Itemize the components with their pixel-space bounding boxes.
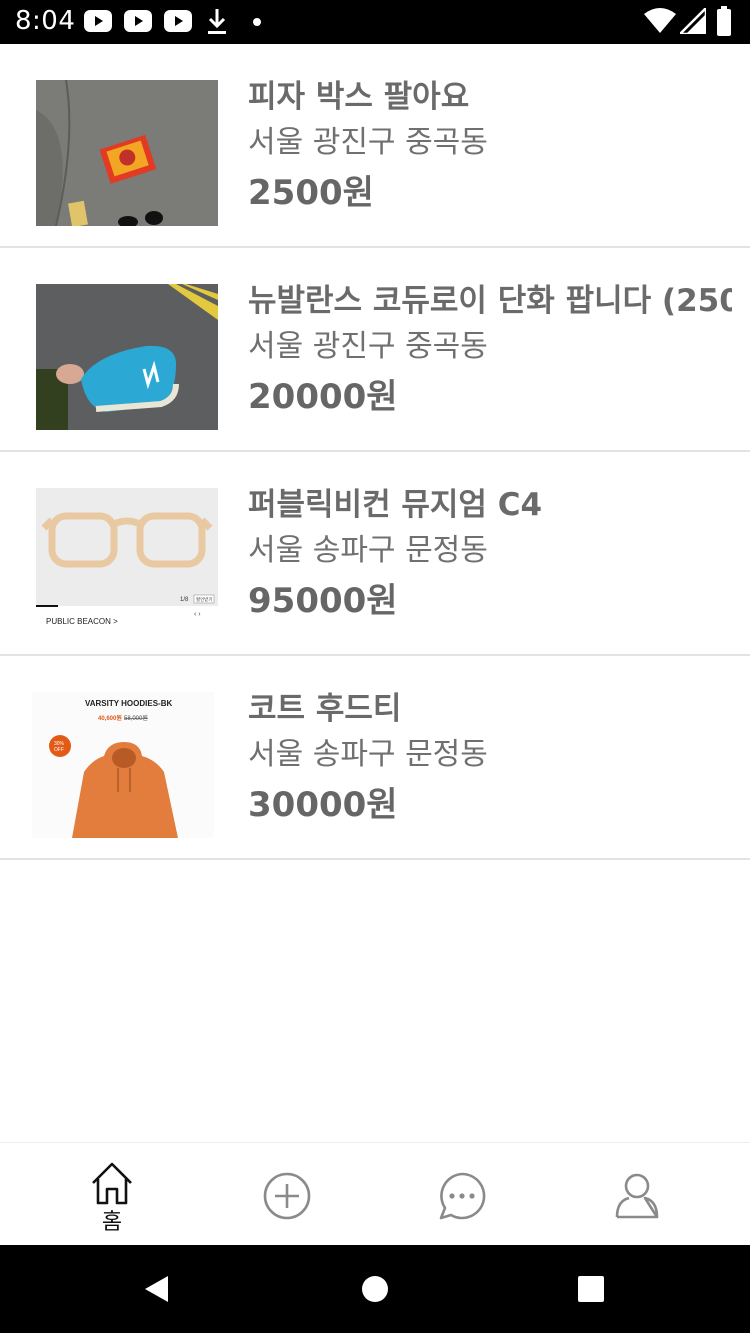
nav-chat-tab[interactable] [402, 1143, 522, 1246]
status-bar: 8:04 [0, 0, 750, 44]
product-thumbnail: VARSITY HOODIES-BK 40,600원 58,000원 30% O… [32, 692, 214, 838]
product-location: 서울 송파구 문정동 [248, 533, 488, 568]
youtube-icon [84, 10, 112, 32]
thumb-counter: 1/8 [180, 597, 189, 603]
product-thumbnail: 1/8 할인받기 PUBLIC BEACON > ‹ › [36, 488, 218, 634]
product-thumbnail [36, 80, 218, 226]
list-item[interactable]: 피자 박스 팔아요 서울 광진구 중곡동 2500원 [0, 44, 750, 248]
nav-home-tab[interactable]: 홈 [52, 1143, 172, 1246]
nav-profile-tab[interactable] [577, 1143, 697, 1246]
product-location: 서울 광진구 중곡동 [248, 125, 488, 160]
chat-icon [439, 1172, 486, 1220]
thumb-brand: PUBLIC BEACON > [46, 617, 118, 626]
thumb-heading: VARSITY HOODIES-BK [85, 699, 172, 708]
list-item[interactable]: 1/8 할인받기 PUBLIC BEACON > ‹ › 퍼블릭비컨 뮤지엄 C… [0, 452, 750, 656]
system-home-button[interactable] [331, 1245, 419, 1333]
product-location: 서울 광진구 중곡동 [248, 329, 488, 364]
recents-icon [578, 1276, 604, 1302]
thumb-badge-bottom: OFF [54, 747, 64, 753]
wifi-icon [644, 8, 676, 33]
product-title: 퍼블릭비컨 뮤지엄 C4 [248, 487, 543, 523]
system-navigation-bar [0, 1245, 750, 1333]
product-thumbnail [36, 284, 218, 430]
product-title: 코트 후드티 [248, 691, 402, 727]
system-recents-button[interactable] [547, 1245, 635, 1333]
product-title: 피자 박스 팔아요 [248, 79, 470, 115]
list-item[interactable]: 뉴발란스 코듀로이 단화 팝니다 (250 서울 광진구 중곡동 20000원 [0, 248, 750, 452]
product-price: 20000원 [248, 377, 398, 417]
product-title: 뉴발란스 코듀로이 단화 팝니다 (250 [248, 283, 732, 319]
product-price: 30000원 [248, 785, 398, 825]
nav-add-tab[interactable] [227, 1143, 347, 1246]
nav-home-label: 홈 [101, 1210, 123, 1235]
product-price: 2500원 [248, 173, 374, 213]
youtube-icon [124, 10, 152, 32]
status-time: 8:04 [15, 6, 76, 36]
product-list: 피자 박스 팔아요 서울 광진구 중곡동 2500원 뉴발란스 코듀로이 단화 … [0, 44, 750, 860]
back-icon [145, 1276, 168, 1302]
youtube-icon [164, 10, 192, 32]
signal-icon [680, 8, 706, 34]
product-price: 95000원 [248, 581, 398, 621]
home-icon [92, 1162, 132, 1205]
battery-icon [717, 6, 731, 36]
dot-icon [253, 18, 261, 26]
home-circle-icon [362, 1276, 388, 1302]
add-circle-icon [263, 1172, 311, 1220]
thumb-sale-price: 40,600원 [98, 714, 122, 722]
product-location: 서울 송파구 문정동 [248, 737, 488, 772]
thumb-original-price: 58,000원 [124, 714, 148, 722]
download-icon [208, 9, 226, 34]
bottom-navigation: 홈 [0, 1142, 750, 1246]
list-item[interactable]: VARSITY HOODIES-BK 40,600원 58,000원 30% O… [0, 656, 750, 860]
thumb-button: 할인받기 [196, 596, 213, 603]
svg-text:‹ ›: ‹ › [194, 611, 201, 618]
profile-icon [615, 1173, 659, 1219]
system-back-button[interactable] [112, 1245, 200, 1333]
